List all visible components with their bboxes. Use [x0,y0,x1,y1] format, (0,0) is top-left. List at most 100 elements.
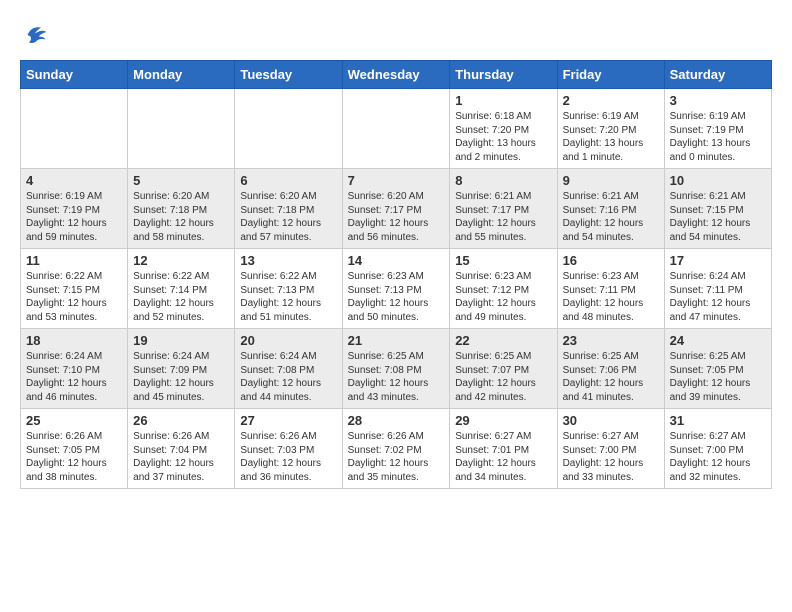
day-number: 11 [26,253,122,268]
calendar-week-row: 18 Sunrise: 6:24 AMSunset: 7:10 PM Dayligh… [21,329,772,409]
day-info-line: and 54 minutes. [670,231,766,245]
day-info-line: Sunset: 7:16 PM [563,204,659,218]
day-number: 1 [455,93,551,108]
day-info-line: Sunset: 7:06 PM [563,364,659,378]
calendar-day-17: 17Sunrise: 6:24 AMSunset: 7:11 PMDayligh… [664,249,771,329]
day-info-line: Daylight: 13 hours [455,137,551,151]
day-info-line: Sunrise: 6:23 AM [348,270,445,284]
day-info-line: and 32 minutes. [670,471,766,485]
day-info-line: Daylight: 12 hours [26,457,122,471]
day-number: 22 [455,333,551,348]
day-number: 14 [348,253,445,268]
day-info-line: Daylight: 12 hours [670,297,766,311]
day-number: 31 [670,413,766,428]
day-number: 13 [240,253,336,268]
day-info-line: and 38 minutes. [26,471,122,485]
calendar-day-26: 26Sunrise: 6:26 AMSunset: 7:04 PMDayligh… [128,409,235,489]
day-info-line: Sunrise: 6:24 AM [670,270,766,284]
day-info-line: and 54 minutes. [563,231,659,245]
day-info-line: Sunrise: 6:21 AM [563,190,659,204]
calendar-day-5: 5Sunrise: 6:20 AMSunset: 7:18 PMDaylight… [128,169,235,249]
day-number: 16 [563,253,659,268]
day-number: 4 [26,173,122,188]
day-header-wednesday: Wednesday [342,61,450,89]
calendar-day-31: 31Sunrise: 6:27 AMSunset: 7:00 PMDayligh… [664,409,771,489]
day-info-line: Sunset: 7:05 PM [670,364,766,378]
calendar-empty [21,89,128,169]
calendar-day-20: 20Sunrise: 6:24 AMSunset: 7:08 PMDayligh… [235,329,342,409]
day-info-line: Sunset: 7:13 PM [348,284,445,298]
day-info-line: Daylight: 12 hours [133,377,229,391]
day-info-line: Sunrise: 6:18 AM [455,110,551,124]
calendar-day-30: 30Sunrise: 6:27 AMSunset: 7:00 PMDayligh… [557,409,664,489]
day-info-line: and 56 minutes. [348,231,445,245]
day-number: 25 [26,413,122,428]
calendar-day-23: 23Sunrise: 6:25 AMSunset: 7:06 PMDayligh… [557,329,664,409]
day-info-line: Sunrise: 6:20 AM [240,190,336,204]
day-info-line: Sunset: 7:05 PM [26,444,122,458]
day-info-line: Sunrise: 6:27 AM [670,430,766,444]
calendar-day-24: 24Sunrise: 6:25 AMSunset: 7:05 PMDayligh… [664,329,771,409]
day-info-line: Sunset: 7:08 PM [240,364,336,378]
day-info-line: Daylight: 12 hours [670,457,766,471]
calendar-day-10: 10Sunrise: 6:21 AMSunset: 7:15 PMDayligh… [664,169,771,249]
day-number: 30 [563,413,659,428]
day-number: 10 [670,173,766,188]
day-info-line: Sunrise: 6:25 AM [670,350,766,364]
day-number: 21 [348,333,445,348]
day-info-line: and 42 minutes. [455,391,551,405]
calendar-day-15: 15Sunrise: 6:23 AMSunset: 7:12 PMDayligh… [450,249,557,329]
day-header-sunday: Sunday [21,61,128,89]
day-info-line: Sunset: 7:09 PM [133,364,229,378]
day-number: 29 [455,413,551,428]
calendar-day-4: 4Sunrise: 6:19 AMSunset: 7:19 PMDaylight… [21,169,128,249]
day-info-line: Sunrise: 6:22 AM [26,270,122,284]
day-info-line: Sunrise: 6:25 AM [563,350,659,364]
day-info-line: Sunrise: 6:22 AM [240,270,336,284]
day-number: 7 [348,173,445,188]
day-info-line: Sunrise: 6:20 AM [133,190,229,204]
day-info-line: and 2 minutes. [455,151,551,165]
day-info-line: Daylight: 12 hours [26,217,122,231]
day-info-line: Sunset: 7:20 PM [455,124,551,138]
calendar-day-8: 8Sunrise: 6:21 AMSunset: 7:17 PMDaylight… [450,169,557,249]
day-info-line: and 33 minutes. [563,471,659,485]
day-info-line: Sunrise: 6:23 AM [563,270,659,284]
day-info-line: Daylight: 12 hours [563,457,659,471]
calendar-day-18: 18Sunrise: 6:24 AMSunset: 7:10 PMDayligh… [21,329,128,409]
day-info-line: Daylight: 12 hours [563,217,659,231]
logo-icon [20,20,50,50]
day-info-line: Sunset: 7:10 PM [26,364,122,378]
day-info-line: and 37 minutes. [133,471,229,485]
day-number: 18 [26,333,122,348]
day-info-line: Daylight: 12 hours [133,297,229,311]
day-info-line: Daylight: 12 hours [348,297,445,311]
day-info-line: Daylight: 12 hours [240,217,336,231]
day-info-line: Daylight: 12 hours [133,457,229,471]
day-info-line: Sunset: 7:07 PM [455,364,551,378]
day-info-line: Sunset: 7:19 PM [26,204,122,218]
day-number: 8 [455,173,551,188]
day-info-line: Sunset: 7:19 PM [670,124,766,138]
calendar-day-6: 6Sunrise: 6:20 AMSunset: 7:18 PMDaylight… [235,169,342,249]
day-info-line: Sunrise: 6:26 AM [133,430,229,444]
day-number: 15 [455,253,551,268]
day-number: 24 [670,333,766,348]
day-info-line: Sunset: 7:11 PM [670,284,766,298]
day-info-line: Sunrise: 6:25 AM [348,350,445,364]
day-info-line: Daylight: 12 hours [455,377,551,391]
day-number: 27 [240,413,336,428]
day-info-line: Daylight: 12 hours [455,457,551,471]
day-info-line: Daylight: 12 hours [348,217,445,231]
day-info-line: Sunrise: 6:23 AM [455,270,551,284]
calendar-day-19: 19Sunrise: 6:24 AMSunset: 7:09 PMDayligh… [128,329,235,409]
day-info-line: and 57 minutes. [240,231,336,245]
day-info-line: Daylight: 12 hours [26,297,122,311]
day-info-line: and 48 minutes. [563,311,659,325]
day-info-line: and 47 minutes. [670,311,766,325]
day-info-line: Sunset: 7:01 PM [455,444,551,458]
day-info-line: Sunset: 7:02 PM [348,444,445,458]
calendar-day-9: 9Sunrise: 6:21 AMSunset: 7:16 PMDaylight… [557,169,664,249]
day-info-line: and 0 minutes. [670,151,766,165]
day-info-line: Sunrise: 6:24 AM [26,350,122,364]
